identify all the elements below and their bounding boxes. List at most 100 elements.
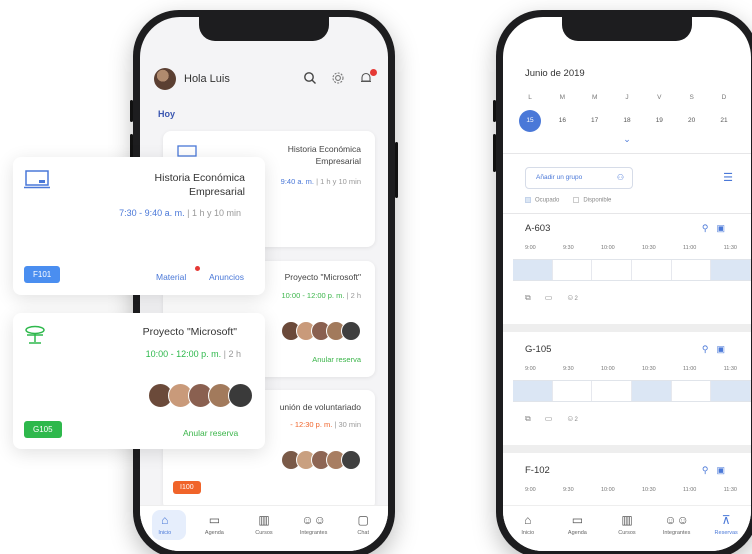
notch (562, 17, 692, 41)
room-row[interactable]: A-603 ⚲▣ 9:00 9:30 10:00 10:30 11:00 11:30 ⧉ … (503, 223, 751, 323)
slot-free[interactable] (671, 381, 712, 401)
weekday-row: L M M J V S D (519, 94, 735, 101)
slot-free[interactable] (552, 381, 593, 401)
nav-label: Inicio (521, 530, 535, 536)
divider (503, 445, 751, 453)
nav-label: Chat (357, 530, 369, 536)
slot-free[interactable] (592, 381, 633, 401)
gear-icon[interactable] (330, 71, 346, 87)
calendar-icon: ▭ (208, 513, 221, 527)
day-cell[interactable]: 18 (616, 110, 638, 132)
amenities: ⧉ ▭ ☺2 (525, 293, 578, 303)
notification-dot (370, 69, 377, 76)
phone-button (493, 134, 496, 172)
notification-dot (195, 266, 200, 271)
people-icon: ☺2 (566, 293, 578, 302)
day-selected[interactable]: 15 (519, 110, 541, 132)
nav-item-integrantes[interactable]: ☺☺ Integrantes (657, 512, 697, 536)
slot-free[interactable] (671, 260, 712, 280)
room-name: G-105 (525, 344, 552, 355)
greeting: Hola Luis (184, 73, 230, 85)
nav-label: Agenda (204, 530, 224, 536)
nav-label: Inicio (158, 530, 172, 536)
nav-item-chat[interactable]: ▢ Chat (343, 512, 383, 536)
add-group-label: Añadir un grupo (536, 174, 583, 181)
bell-icon[interactable] (358, 69, 377, 87)
phone-button (395, 142, 398, 198)
notch (199, 17, 329, 41)
day-cell[interactable]: 21 (713, 110, 735, 132)
slot-free[interactable] (552, 260, 593, 280)
nav-item-agenda[interactable]: ▭ Agenda (194, 512, 234, 536)
calendar-month[interactable]: Junio de 2019 (525, 68, 585, 79)
cancel-booking-link[interactable]: Anular reserva (183, 428, 238, 438)
right-phone: Junio de 2019 L M M J V S D 15 16 17 18 … (493, 10, 752, 554)
material-link[interactable]: Material (156, 272, 186, 282)
nav-item-inicio[interactable]: ⌂ Inicio (145, 512, 185, 536)
add-group-button[interactable]: Añadir un grupo ⚇ (525, 167, 633, 189)
room-row[interactable]: G-105 ⚲▣ 9:00 9:30 10:00 10:30 11:00 11:30 ⧉ … (503, 344, 751, 444)
slot-free[interactable] (632, 260, 672, 280)
home-header: Hola Luis (140, 61, 388, 97)
day-cell[interactable]: 16 (551, 110, 573, 132)
nav-item-agenda[interactable]: ▭ Agenda (557, 512, 597, 536)
announcements-link[interactable]: Anuncios (209, 272, 244, 282)
search-icon[interactable] (302, 71, 318, 87)
amenities: ⧉ ▭ ☺2 (525, 414, 578, 424)
floating-class-card[interactable]: Historia Económica Empresarial 7:30 - 9:4… (13, 157, 265, 295)
legend: Ocupado Disponible (525, 197, 611, 204)
nav-item-reservas[interactable]: ⊼ Reservas (706, 512, 746, 536)
floating-booking-card[interactable]: Proyecto "Microsoft" 10:00 - 12:00 p. m.… (13, 313, 265, 449)
chat-icon: ▢ (357, 513, 369, 527)
weekday-label: L (528, 94, 532, 101)
time-slots (513, 259, 751, 281)
participant-avatars (281, 321, 361, 341)
divider (503, 153, 751, 154)
nav-item-inicio[interactable]: ⌂ Inicio (508, 512, 548, 536)
day-cell[interactable]: 17 (584, 110, 606, 132)
phone-button (493, 100, 496, 122)
room-badge: I100 (173, 481, 201, 494)
day-row: 15 16 17 18 19 20 21 (519, 110, 735, 132)
slot-busy (513, 260, 553, 280)
nav-label: Agenda (567, 530, 587, 536)
time-scale: 9:00 9:30 10:00 10:30 11:00 11:30 (525, 366, 737, 372)
nav-item-integrantes[interactable]: ☺☺ Integrantes (294, 512, 334, 536)
monitor-icon: ▭ (544, 414, 553, 423)
nav-item-cursos[interactable]: ▥ Cursos (607, 512, 647, 536)
room-name: A-603 (525, 223, 551, 234)
people-icon: ☺☺ (664, 513, 689, 527)
bottom-nav: ⌂ Inicio ▭ Agenda ▥ Cursos ☺☺ Integrante… (140, 505, 388, 551)
calendar-icon: ▭ (571, 513, 584, 527)
room-badge: F101 (24, 266, 61, 283)
booking-title: Proyecto "Microsoft" (284, 272, 361, 282)
chevron-down-icon[interactable]: ⌄ (623, 134, 631, 145)
desk-icon: ⊼ (721, 513, 731, 527)
divider (503, 324, 751, 332)
bottom-nav: ⌂ Inicio ▭ Agenda ▥ Cursos ☺☺ Integrante… (503, 505, 751, 551)
slot-busy (632, 381, 672, 401)
cancel-booking-link[interactable]: Anular reserva (312, 355, 361, 364)
filter-icon[interactable]: ☰ (723, 171, 733, 184)
slot-free[interactable] (592, 260, 633, 280)
app-showcase: Hola Luis Hoy Historia Económica Empresar… (0, 0, 752, 554)
room-badge: G105 (24, 421, 62, 438)
avatar[interactable] (154, 68, 176, 90)
time-scale: 9:00 9:30 10:00 10:30 11:00 11:30 (525, 245, 737, 251)
location-icon[interactable]: ⚲▣ (702, 344, 733, 355)
event-title: unión de voluntariado (279, 402, 361, 412)
weekday-label: V (657, 94, 662, 101)
nav-item-cursos[interactable]: ▥ Cursos (244, 512, 284, 536)
participant-avatars (148, 383, 253, 408)
home-icon: ⌂ (161, 513, 169, 527)
booking-time: 10:00 - 12:00 p. m. | 2 h (281, 291, 361, 300)
group-icon: ⚇ (616, 173, 624, 182)
location-icon[interactable]: ⚲▣ (702, 465, 733, 476)
nav-label: Cursos (618, 530, 636, 536)
room-row[interactable]: F-102 ⚲▣ 9:00 9:30 10:00 10:30 11:00 11:30 (503, 465, 751, 505)
day-cell[interactable]: 20 (681, 110, 703, 132)
location-icon[interactable]: ⚲▣ (702, 223, 733, 234)
day-cell[interactable]: 19 (648, 110, 670, 132)
time-scale: 9:00 9:30 10:00 10:30 11:00 11:30 (525, 487, 737, 493)
nav-label: Integrantes (662, 530, 691, 536)
